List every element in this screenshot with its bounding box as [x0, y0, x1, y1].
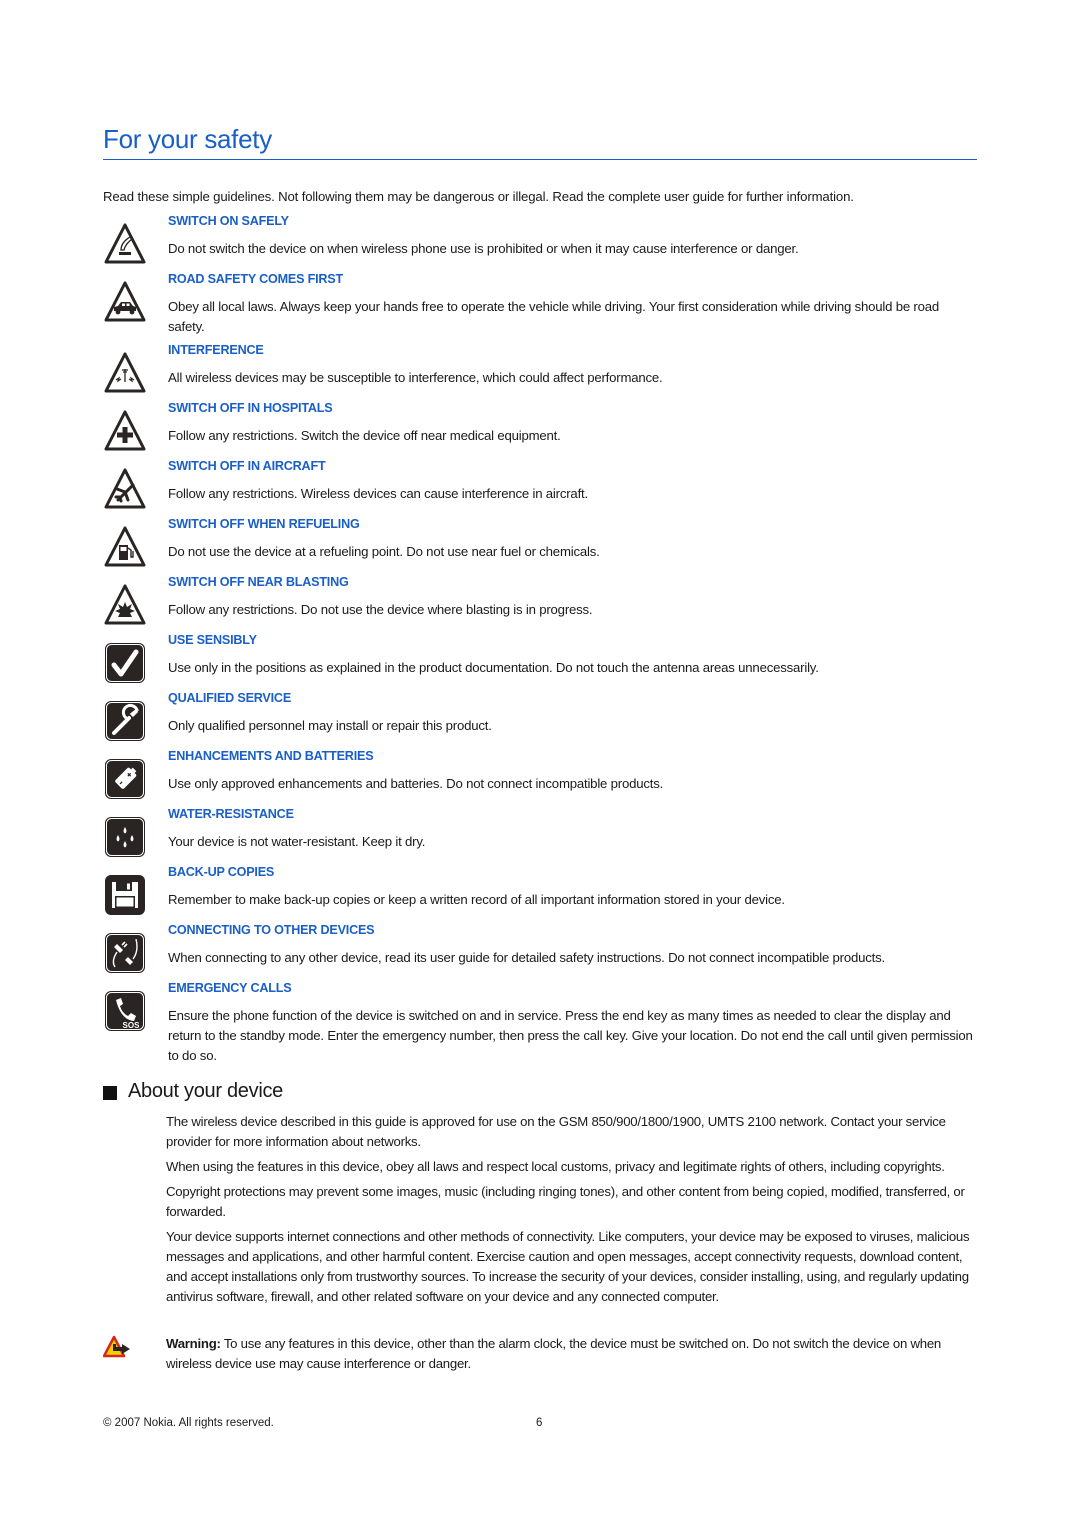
item-text: All wireless devices may be susceptible … [168, 370, 663, 385]
item-text: Use only in the positions as explained i… [168, 660, 819, 675]
item-text: Follow any restrictions. Do not use the … [168, 602, 593, 617]
medical-cross-icon [104, 410, 146, 451]
safety-item: SWITCH ON SAFELY Do not switch the devic… [103, 214, 977, 272]
warning-icon [103, 1335, 130, 1358]
item-heading: CONNECTING TO OTHER DEVICES [168, 923, 375, 937]
safety-item: USE SENSIBLY Use only in the positions a… [103, 633, 977, 691]
section-bullet-icon [103, 1086, 117, 1100]
item-heading: BACK-UP COPIES [168, 865, 275, 879]
item-heading: EMERGENCY CALLS [168, 981, 292, 995]
switch-on-hand-icon [104, 223, 146, 264]
safety-item: SWITCH OFF NEAR BLASTING Follow any rest… [103, 575, 977, 633]
safety-item: SWITCH OFF IN AIRCRAFT Follow any restri… [103, 459, 977, 517]
paragraph: When using the features in this device, … [166, 1159, 945, 1174]
warning-text: Warning: To use any features in this dev… [166, 1334, 978, 1374]
car-icon [104, 281, 146, 322]
safety-item: BACK-UP COPIES Remember to make back-up … [103, 865, 977, 923]
item-text: Follow any restrictions. Wireless device… [168, 486, 588, 501]
airplane-icon [104, 468, 146, 509]
safety-item: SWITCH OFF WHEN REFUELING Do not use the… [103, 517, 977, 575]
item-heading: SWITCH OFF IN HOSPITALS [168, 401, 333, 415]
item-heading: SWITCH OFF IN AIRCRAFT [168, 459, 326, 473]
paragraph: Copyright protections may prevent some i… [166, 1184, 965, 1219]
title-rule [103, 159, 977, 160]
warning-label: Warning: [166, 1336, 221, 1351]
explosion-icon [104, 584, 146, 625]
item-heading: INTERFERENCE [168, 343, 264, 357]
about-paragraphs: The wireless device described in this gu… [166, 1112, 978, 1312]
item-heading: USE SENSIBLY [168, 633, 257, 647]
item-heading: ROAD SAFETY COMES FIRST [168, 272, 343, 286]
water-drops-icon [105, 817, 145, 857]
plug-cable-icon [105, 933, 145, 973]
safety-item: ROAD SAFETY COMES FIRST Obey all local l… [103, 272, 977, 343]
paragraph: Your device supports internet connection… [166, 1229, 970, 1304]
safety-list: SWITCH ON SAFELY Do not switch the devic… [103, 214, 977, 1067]
footer-copyright: © 2007 Nokia. All rights reserved. [103, 1417, 274, 1429]
item-heading: ENHANCEMENTS AND BATTERIES [168, 749, 374, 763]
item-text: Use only approved enhancements and batte… [168, 776, 664, 791]
safety-item: SOS EMERGENCY CALLS Ensure the phone fun… [103, 981, 977, 1067]
item-heading: QUALIFIED SERVICE [168, 691, 292, 705]
item-heading: WATER-RESISTANCE [168, 807, 294, 821]
antenna-interference-icon [104, 352, 146, 393]
phone-sos-icon: SOS [105, 991, 145, 1031]
page-title: For your safety [103, 124, 272, 154]
floppy-disk-icon [105, 875, 145, 915]
item-heading: SWITCH OFF NEAR BLASTING [168, 575, 349, 589]
item-text: Do not switch the device on when wireles… [168, 241, 799, 256]
wrench-icon [105, 701, 145, 741]
item-text: Follow any restrictions. Switch the devi… [168, 428, 561, 443]
section-title: About your device [128, 1080, 283, 1102]
fuel-pump-icon [104, 526, 146, 567]
paragraph: The wireless device described in this gu… [166, 1114, 946, 1149]
safety-item: WATER-RESISTANCE Your device is not wate… [103, 807, 977, 865]
item-text: Your device is not water-resistant. Keep… [168, 834, 426, 849]
item-text: Ensure the phone function of the device … [168, 1008, 973, 1063]
item-heading: SWITCH OFF WHEN REFUELING [168, 517, 360, 531]
page-number: 6 [536, 1417, 543, 1429]
svg-text:SOS: SOS [123, 1021, 141, 1030]
safety-item: CONNECTING TO OTHER DEVICES When connect… [103, 923, 977, 981]
warning-body: To use any features in this device, othe… [166, 1336, 941, 1371]
battery-icon [105, 759, 145, 799]
safety-item: SWITCH OFF IN HOSPITALS Follow any restr… [103, 401, 977, 459]
item-text: Obey all local laws. Always keep your ha… [168, 299, 940, 334]
safety-item: QUALIFIED SERVICE Only qualified personn… [103, 691, 977, 749]
intro-text: Read these simple guidelines. Not follow… [103, 189, 854, 204]
item-heading: SWITCH ON SAFELY [168, 214, 289, 228]
safety-item: ENHANCEMENTS AND BATTERIES Use only appr… [103, 749, 977, 807]
item-text: When connecting to any other device, rea… [168, 950, 885, 965]
item-text: Only qualified personnel may install or … [168, 718, 492, 733]
checkmark-icon [105, 643, 145, 683]
item-text: Remember to make back-up copies or keep … [168, 892, 785, 907]
safety-item: INTERFERENCE All wireless devices may be… [103, 343, 977, 401]
item-text: Do not use the device at a refueling poi… [168, 544, 600, 559]
